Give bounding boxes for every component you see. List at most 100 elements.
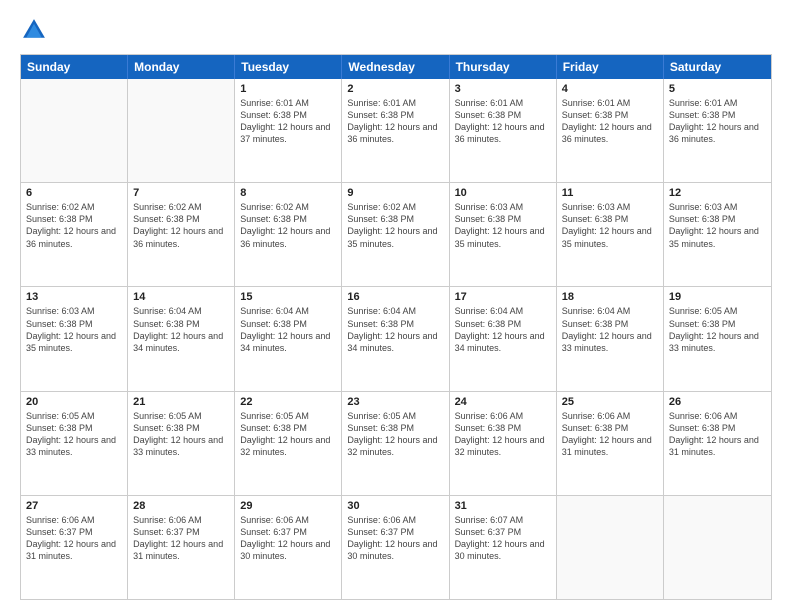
day-number: 18 xyxy=(562,291,658,303)
day-number: 30 xyxy=(347,500,443,512)
calendar-cell: 23 Sunrise: 6:05 AM Sunset: 6:38 PM Dayli… xyxy=(342,392,449,495)
day-number: 27 xyxy=(26,500,122,512)
calendar-cell: 7 Sunrise: 6:02 AM Sunset: 6:38 PM Daylig… xyxy=(128,183,235,286)
calendar-row: 6 Sunrise: 6:02 AM Sunset: 6:38 PM Daylig… xyxy=(21,182,771,286)
calendar-cell: 1 Sunrise: 6:01 AM Sunset: 6:38 PM Daylig… xyxy=(235,79,342,182)
calendar-cell: 28Sunrise: 6:06 AM Sunset: 6:37 PM Dayli… xyxy=(128,496,235,599)
day-info: Sunrise: 6:02 AM Sunset: 6:38 PM Dayligh… xyxy=(26,201,122,250)
calendar-cell: 20Sunrise: 6:05 AM Sunset: 6:38 PM Dayli… xyxy=(21,392,128,495)
calendar-cell: 13 Sunrise: 6:03 AM Sunset: 6:38 PM Dayli… xyxy=(21,287,128,390)
day-info: Sunrise: 6:04 AM Sunset: 6:38 PM Dayligh… xyxy=(347,305,443,354)
day-info: Sunrise: 6:03 AM Sunset: 6:38 PM Dayligh… xyxy=(669,201,766,250)
calendar-cell: 18 Sunrise: 6:04 AM Sunset: 6:38 PM Dayli… xyxy=(557,287,664,390)
calendar: SundayMondayTuesdayWednesdayThursdayFrid… xyxy=(20,54,772,600)
calendar-cell: 12Sunrise: 6:03 AM Sunset: 6:38 PM Dayli… xyxy=(664,183,771,286)
day-info: Sunrise: 6:05 AM Sunset: 6:38 PM Dayligh… xyxy=(133,410,229,459)
calendar-cell: 3 Sunrise: 6:01 AM Sunset: 6:38 PM Daylig… xyxy=(450,79,557,182)
logo xyxy=(20,16,52,44)
calendar-cell: 5 Sunrise: 6:01 AM Sunset: 6:38 PM Daylig… xyxy=(664,79,771,182)
day-number: 21 xyxy=(133,396,229,408)
day-info: Sunrise: 6:06 AM Sunset: 6:38 PM Dayligh… xyxy=(562,410,658,459)
day-number: 23 xyxy=(347,396,443,408)
calendar-cell: 31 Sunrise: 6:07 AM Sunset: 6:37 PM Dayli… xyxy=(450,496,557,599)
day-info: Sunrise: 6:06 AM Sunset: 6:37 PM Dayligh… xyxy=(240,514,336,563)
calendar-header-cell: Sunday xyxy=(21,55,128,79)
day-info: Sunrise: 6:05 AM Sunset: 6:38 PM Dayligh… xyxy=(347,410,443,459)
day-info: Sunrise: 6:06 AM Sunset: 6:37 PM Dayligh… xyxy=(133,514,229,563)
page: SundayMondayTuesdayWednesdayThursdayFrid… xyxy=(0,0,792,612)
day-number: 11 xyxy=(562,187,658,199)
header xyxy=(20,16,772,44)
day-info: Sunrise: 6:05 AM Sunset: 6:38 PM Dayligh… xyxy=(240,410,336,459)
day-info: Sunrise: 6:03 AM Sunset: 6:38 PM Dayligh… xyxy=(455,201,551,250)
calendar-cell: 15 Sunrise: 6:04 AM Sunset: 6:38 PM Dayli… xyxy=(235,287,342,390)
calendar-row: 13 Sunrise: 6:03 AM Sunset: 6:38 PM Dayli… xyxy=(21,286,771,390)
day-number: 2 xyxy=(347,83,443,95)
day-number: 17 xyxy=(455,291,551,303)
day-info: Sunrise: 6:06 AM Sunset: 6:38 PM Dayligh… xyxy=(455,410,551,459)
day-info: Sunrise: 6:02 AM Sunset: 6:38 PM Dayligh… xyxy=(133,201,229,250)
calendar-cell: 22 Sunrise: 6:05 AM Sunset: 6:38 PM Dayli… xyxy=(235,392,342,495)
day-info: Sunrise: 6:06 AM Sunset: 6:37 PM Dayligh… xyxy=(26,514,122,563)
day-number: 9 xyxy=(347,187,443,199)
calendar-row: 27 Sunrise: 6:06 AM Sunset: 6:37 PM Dayli… xyxy=(21,495,771,599)
day-number: 22 xyxy=(240,396,336,408)
calendar-cell: 25 Sunrise: 6:06 AM Sunset: 6:38 PM Dayli… xyxy=(557,392,664,495)
day-info: Sunrise: 6:01 AM Sunset: 6:38 PM Dayligh… xyxy=(347,97,443,146)
calendar-cell: 2 Sunrise: 6:01 AM Sunset: 6:38 PM Daylig… xyxy=(342,79,449,182)
calendar-cell xyxy=(21,79,128,182)
day-info: Sunrise: 6:03 AM Sunset: 6:38 PM Dayligh… xyxy=(26,305,122,354)
calendar-header-cell: Friday xyxy=(557,55,664,79)
day-info: Sunrise: 6:04 AM Sunset: 6:38 PM Dayligh… xyxy=(455,305,551,354)
day-number: 8 xyxy=(240,187,336,199)
calendar-cell xyxy=(664,496,771,599)
calendar-row: 20Sunrise: 6:05 AM Sunset: 6:38 PM Dayli… xyxy=(21,391,771,495)
day-info: Sunrise: 6:05 AM Sunset: 6:38 PM Dayligh… xyxy=(26,410,122,459)
calendar-cell: 4 Sunrise: 6:01 AM Sunset: 6:38 PM Daylig… xyxy=(557,79,664,182)
day-info: Sunrise: 6:04 AM Sunset: 6:38 PM Dayligh… xyxy=(562,305,658,354)
day-info: Sunrise: 6:03 AM Sunset: 6:38 PM Dayligh… xyxy=(562,201,658,250)
day-info: Sunrise: 6:04 AM Sunset: 6:38 PM Dayligh… xyxy=(240,305,336,354)
day-info: Sunrise: 6:07 AM Sunset: 6:37 PM Dayligh… xyxy=(455,514,551,563)
calendar-cell: 6 Sunrise: 6:02 AM Sunset: 6:38 PM Daylig… xyxy=(21,183,128,286)
day-info: Sunrise: 6:01 AM Sunset: 6:38 PM Dayligh… xyxy=(669,97,766,146)
calendar-cell: 19Sunrise: 6:05 AM Sunset: 6:38 PM Dayli… xyxy=(664,287,771,390)
day-info: Sunrise: 6:02 AM Sunset: 6:38 PM Dayligh… xyxy=(240,201,336,250)
calendar-cell xyxy=(128,79,235,182)
day-info: Sunrise: 6:06 AM Sunset: 6:38 PM Dayligh… xyxy=(669,410,766,459)
day-number: 13 xyxy=(26,291,122,303)
day-number: 15 xyxy=(240,291,336,303)
day-number: 1 xyxy=(240,83,336,95)
day-number: 25 xyxy=(562,396,658,408)
calendar-header-cell: Thursday xyxy=(450,55,557,79)
day-info: Sunrise: 6:01 AM Sunset: 6:38 PM Dayligh… xyxy=(455,97,551,146)
calendar-cell: 11 Sunrise: 6:03 AM Sunset: 6:38 PM Dayli… xyxy=(557,183,664,286)
day-info: Sunrise: 6:06 AM Sunset: 6:37 PM Dayligh… xyxy=(347,514,443,563)
calendar-header: SundayMondayTuesdayWednesdayThursdayFrid… xyxy=(21,55,771,79)
day-number: 4 xyxy=(562,83,658,95)
calendar-cell: 24Sunrise: 6:06 AM Sunset: 6:38 PM Dayli… xyxy=(450,392,557,495)
day-number: 31 xyxy=(455,500,551,512)
day-info: Sunrise: 6:05 AM Sunset: 6:38 PM Dayligh… xyxy=(669,305,766,354)
day-info: Sunrise: 6:01 AM Sunset: 6:38 PM Dayligh… xyxy=(240,97,336,146)
calendar-cell: 29 Sunrise: 6:06 AM Sunset: 6:37 PM Dayli… xyxy=(235,496,342,599)
calendar-cell: 21 Sunrise: 6:05 AM Sunset: 6:38 PM Dayli… xyxy=(128,392,235,495)
day-number: 10 xyxy=(455,187,551,199)
day-number: 7 xyxy=(133,187,229,199)
day-number: 5 xyxy=(669,83,766,95)
calendar-body: 1 Sunrise: 6:01 AM Sunset: 6:38 PM Daylig… xyxy=(21,79,771,599)
calendar-cell: 16 Sunrise: 6:04 AM Sunset: 6:38 PM Dayli… xyxy=(342,287,449,390)
day-number: 14 xyxy=(133,291,229,303)
calendar-header-cell: Saturday xyxy=(664,55,771,79)
calendar-cell: 10 Sunrise: 6:03 AM Sunset: 6:38 PM Dayli… xyxy=(450,183,557,286)
calendar-cell: 26Sunrise: 6:06 AM Sunset: 6:38 PM Dayli… xyxy=(664,392,771,495)
calendar-cell: 27 Sunrise: 6:06 AM Sunset: 6:37 PM Dayli… xyxy=(21,496,128,599)
calendar-cell: 9Sunrise: 6:02 AM Sunset: 6:38 PM Daylig… xyxy=(342,183,449,286)
day-number: 3 xyxy=(455,83,551,95)
day-number: 6 xyxy=(26,187,122,199)
logo-icon xyxy=(20,16,48,44)
calendar-row: 1 Sunrise: 6:01 AM Sunset: 6:38 PM Daylig… xyxy=(21,79,771,182)
day-number: 16 xyxy=(347,291,443,303)
day-number: 29 xyxy=(240,500,336,512)
day-info: Sunrise: 6:01 AM Sunset: 6:38 PM Dayligh… xyxy=(562,97,658,146)
